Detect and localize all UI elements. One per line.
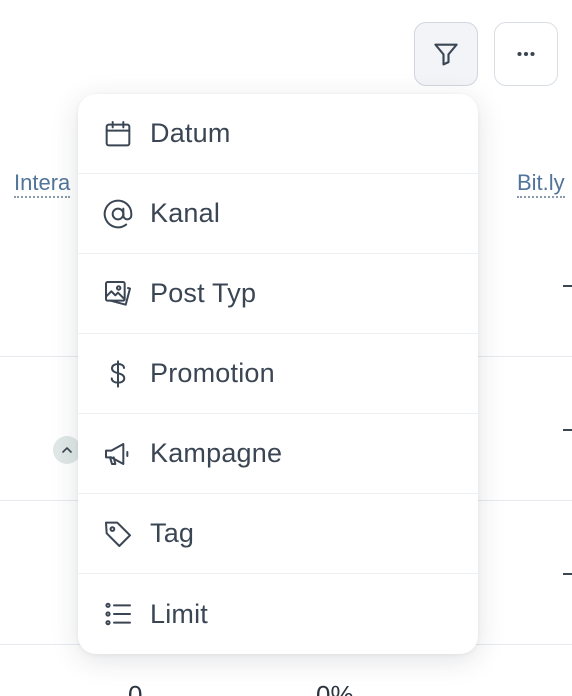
menu-item-label: Kampagne: [150, 438, 283, 468]
menu-item-label: Kanal: [150, 198, 221, 228]
menu-item-limit[interactable]: Limit: [78, 574, 478, 654]
dollar-icon: [102, 358, 134, 390]
tag-icon: [102, 518, 134, 550]
menu-item-datum[interactable]: Datum: [78, 94, 478, 174]
menu-item-post-typ[interactable]: Post Typ: [78, 254, 478, 334]
list-icon: [102, 598, 134, 630]
bottom-value-percent: 0%: [316, 680, 354, 696]
column-header-interactions[interactable]: Intera: [14, 170, 71, 198]
cell-value-dash: [563, 429, 572, 431]
menu-item-tag[interactable]: Tag: [78, 494, 478, 574]
menu-item-label: Limit: [150, 598, 209, 629]
column-header-bitly[interactable]: Bit.ly: [517, 170, 565, 198]
bottom-value-count: 0: [128, 680, 143, 696]
page: Intera Bit.ly 0 0% Datum Kanal Post Typ …: [0, 0, 572, 696]
filter-icon: [434, 43, 458, 66]
menu-item-label: Post Typ: [150, 278, 257, 308]
cell-value-dash: [563, 285, 572, 287]
chevron-up-icon: [62, 447, 72, 453]
images-icon: [102, 278, 134, 310]
at-sign-icon: [102, 198, 134, 230]
filter-menu: Datum Kanal Post Typ Promotion Kampagne …: [78, 94, 478, 654]
menu-item-kampagne[interactable]: Kampagne: [78, 414, 478, 494]
chevron-up-chip[interactable]: [53, 436, 81, 464]
menu-item-label: Datum: [150, 118, 231, 148]
calendar-icon: [102, 118, 134, 150]
filter-button[interactable]: [414, 22, 478, 86]
menu-item-label: Promotion: [150, 358, 275, 388]
more-horizontal-icon: [517, 51, 535, 57]
menu-item-label: Tag: [150, 518, 195, 548]
megaphone-icon: [102, 438, 134, 470]
menu-item-promotion[interactable]: Promotion: [78, 334, 478, 414]
more-options-button[interactable]: [494, 22, 558, 86]
cell-value-dash: [563, 573, 572, 575]
menu-item-kanal[interactable]: Kanal: [78, 174, 478, 254]
